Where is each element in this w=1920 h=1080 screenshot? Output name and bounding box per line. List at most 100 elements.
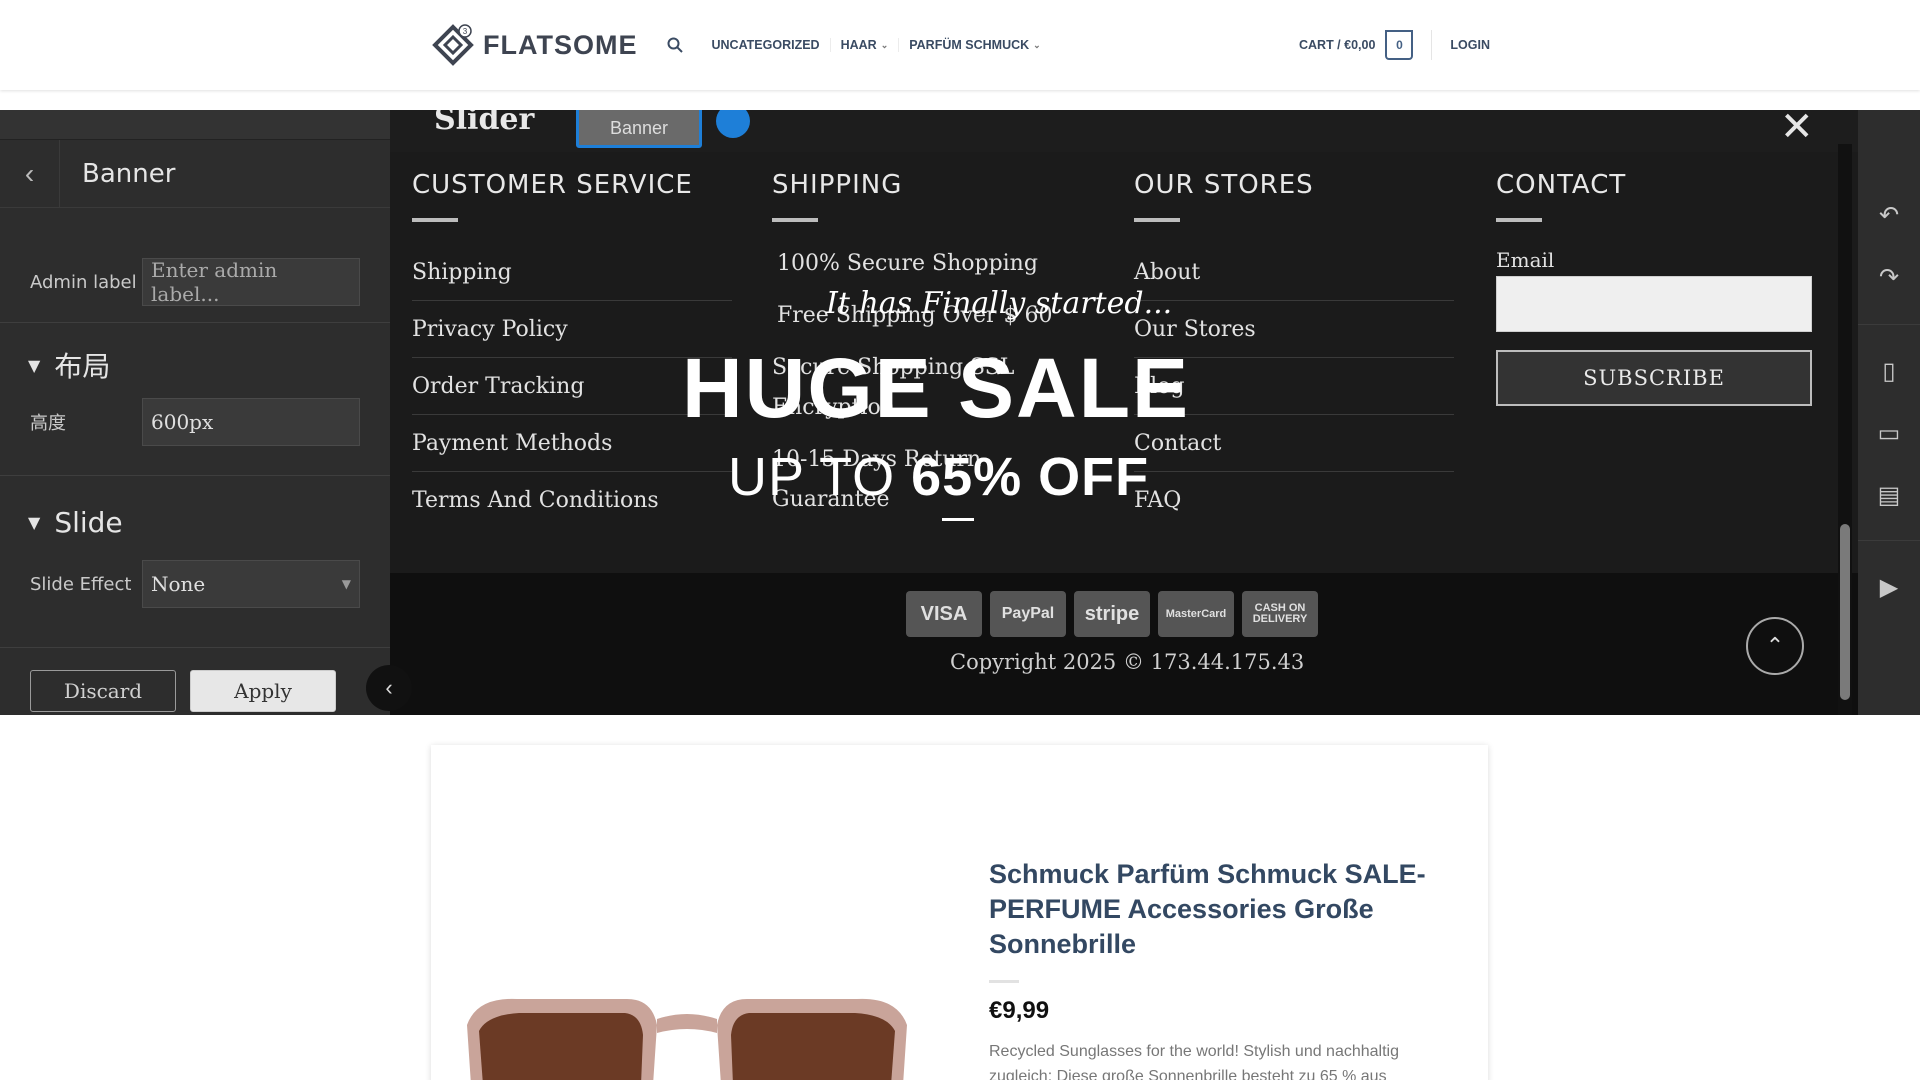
footer-link[interactable]: Payment Methods bbox=[412, 415, 732, 472]
slide-effect-row: Slide Effect None ▼ bbox=[30, 560, 360, 608]
shipping-item: Free Shipping Over $ 60 bbox=[777, 303, 1053, 328]
chevron-down-icon: ▼ bbox=[341, 577, 351, 591]
main-nav: UNCATEGORIZED HAAR ⌄ PARFÜM SCHMUCK ⌄ bbox=[667, 37, 1050, 53]
footer-link[interactable]: Terms And Conditions bbox=[412, 472, 732, 529]
undo-icon[interactable]: ↶ bbox=[1858, 190, 1920, 240]
footer-link[interactable]: Shipping bbox=[412, 244, 732, 301]
email-input[interactable] bbox=[1496, 276, 1812, 332]
divider bbox=[0, 322, 390, 323]
nav-item-uncategorized[interactable]: UNCATEGORIZED bbox=[701, 38, 829, 52]
stripe-icon: stripe bbox=[1074, 591, 1150, 637]
flatsome-logo-icon: 3 bbox=[432, 24, 474, 66]
height-input[interactable]: 600px bbox=[142, 398, 360, 446]
shipping-item: 100% Secure Shopping bbox=[777, 251, 1038, 276]
shipping-item: 10-15 Days Return Guarantee bbox=[772, 447, 982, 512]
product-card: Schmuck Parfüm Schmuck SALE-PERFUME Acce… bbox=[431, 745, 1488, 1080]
nav-item-parfum-schmuck[interactable]: PARFÜM SCHMUCK ⌄ bbox=[898, 38, 1050, 52]
footer-link[interactable]: Blog bbox=[1134, 358, 1454, 415]
footer-col-title: SHIPPING bbox=[772, 170, 903, 200]
editor-right-toolbar: ↶ ↷ ▯ ▭ ▤ ▶ bbox=[1858, 110, 1920, 715]
editor-panel-header: ‹ Banner bbox=[0, 139, 390, 208]
footer-col-stores: OUR STORES About Our Stores Blog Contact… bbox=[1134, 170, 1454, 529]
nav-label: HAAR bbox=[840, 38, 877, 52]
svg-text:3: 3 bbox=[463, 27, 468, 36]
footer-col-title: CUSTOMER SERVICE bbox=[412, 170, 693, 200]
footer-columns: CUSTOMER SERVICE Shipping Privacy Policy… bbox=[412, 170, 1832, 530]
visa-icon: VISA bbox=[906, 591, 982, 637]
redo-icon[interactable]: ↷ bbox=[1858, 252, 1920, 302]
divider bbox=[0, 647, 390, 648]
apply-button[interactable]: Apply bbox=[190, 670, 336, 712]
title-underline bbox=[1496, 218, 1542, 222]
product-divider bbox=[989, 980, 1019, 983]
admin-label-row: Admin label Enter admin label... bbox=[30, 258, 360, 306]
caret-down-icon: ▼ bbox=[28, 513, 41, 532]
footer-col-contact: CONTACT Email SUBSCRIBE bbox=[1496, 170, 1816, 406]
footer-link[interactable]: Our Stores bbox=[1134, 301, 1454, 358]
footer-col-title: CONTACT bbox=[1496, 170, 1627, 200]
nav-label: PARFÜM SCHMUCK bbox=[909, 38, 1030, 52]
discard-button[interactable]: Discard bbox=[30, 670, 176, 712]
slide-section-toggle[interactable]: ▼ Slide bbox=[28, 506, 123, 539]
footer-col-title: OUR STORES bbox=[1134, 170, 1314, 200]
slide-effect-select[interactable]: None ▼ bbox=[142, 560, 360, 608]
mastercard-icon: MasterCard bbox=[1158, 591, 1234, 637]
logo-text: FLATSOME bbox=[483, 29, 638, 60]
layout-section-toggle[interactable]: ▼ 布局 bbox=[28, 345, 110, 385]
admin-label-input[interactable]: Enter admin label... bbox=[142, 258, 360, 306]
cart-link[interactable]: CART / €0,00 0 bbox=[1298, 30, 1414, 60]
site-logo[interactable]: 3 FLATSOME bbox=[431, 23, 637, 67]
product-price: €9,99 bbox=[989, 997, 1050, 1024]
height-row: 高度 600px bbox=[30, 398, 360, 446]
collapse-sidebar-icon[interactable]: ‹ bbox=[366, 665, 412, 711]
product-description: Recycled Sunglasses for the world! Styli… bbox=[989, 1043, 1399, 1080]
footer-link[interactable]: About bbox=[1134, 244, 1454, 301]
play-icon[interactable]: ▶ bbox=[1858, 562, 1920, 612]
add-element-icon[interactable] bbox=[716, 110, 750, 138]
section-title: 布局 bbox=[54, 350, 111, 383]
footer-link[interactable]: Privacy Policy bbox=[412, 301, 732, 358]
footer-link[interactable]: Order Tracking bbox=[412, 358, 732, 415]
shipping-list: 100% Secure Shopping Free Shipping Over … bbox=[772, 244, 1092, 520]
footer-bottom: VISA PayPal stripe MasterCard CASH ON DE… bbox=[390, 573, 1858, 715]
paypal-icon: PayPal bbox=[990, 591, 1066, 637]
section-title: Slide bbox=[54, 506, 123, 539]
header-inner: 3 FLATSOME UNCATEGORIZED HAAR ⌄ PARFÜM SC… bbox=[431, 0, 1490, 90]
title-underline bbox=[1134, 218, 1180, 222]
chevron-left-icon[interactable]: ‹ bbox=[0, 139, 60, 208]
cash-on-delivery-icon: CASH ON DELIVERY bbox=[1242, 591, 1318, 637]
canvas-scrollbar[interactable] bbox=[1838, 144, 1852, 715]
subscribe-button[interactable]: SUBSCRIBE bbox=[1496, 350, 1812, 406]
scrollbar-thumb[interactable] bbox=[1840, 524, 1850, 700]
footer-link[interactable]: FAQ bbox=[1134, 472, 1454, 529]
close-icon[interactable]: ✕ bbox=[1780, 110, 1814, 150]
product-info: Schmuck Parfüm Schmuck SALE-PERFUME Acce… bbox=[989, 857, 1459, 1080]
cart-label: CART / €0,00 bbox=[1298, 38, 1376, 52]
footer-link[interactable]: Contact bbox=[1134, 415, 1454, 472]
banner-element-chip[interactable]: Banner bbox=[576, 110, 702, 148]
site-header: 3 FLATSOME UNCATEGORIZED HAAR ⌄ PARFÜM SC… bbox=[0, 0, 1920, 90]
back-to-top-icon[interactable]: ⌃ bbox=[1746, 617, 1804, 675]
product-title: Schmuck Parfüm Schmuck SALE-PERFUME Acce… bbox=[989, 859, 1426, 959]
tablet-view-icon[interactable]: ▭ bbox=[1858, 408, 1920, 458]
mobile-view-icon[interactable]: ▯ bbox=[1858, 346, 1920, 396]
footer-col-shipping: SHIPPING 100% Secure Shopping Free Shipp… bbox=[772, 170, 1092, 520]
canvas-toolbar: Slider Banner ✕ bbox=[390, 110, 1858, 152]
slider-element-label[interactable]: Slider bbox=[434, 110, 534, 137]
divider bbox=[0, 475, 390, 476]
chip-label: Banner bbox=[609, 118, 669, 138]
editor-sidebar-topstrip bbox=[0, 110, 390, 140]
divider bbox=[1858, 324, 1920, 325]
editor-panel-title: Banner bbox=[82, 158, 176, 189]
shipping-item: Secure Shopping SSL Encryption bbox=[772, 355, 1015, 420]
nav-item-haar[interactable]: HAAR ⌄ bbox=[829, 38, 899, 52]
search-icon[interactable] bbox=[667, 37, 684, 53]
divider bbox=[1858, 540, 1920, 541]
select-value: None bbox=[151, 572, 206, 596]
desktop-view-icon[interactable]: ▤ bbox=[1858, 470, 1920, 520]
editor-sidebar: ‹ Banner Admin label Enter admin label..… bbox=[0, 110, 390, 715]
slide-effect-label: Slide Effect bbox=[30, 573, 132, 595]
product-image-sunglasses[interactable] bbox=[457, 985, 917, 1080]
login-link[interactable]: LOGIN bbox=[1450, 38, 1490, 52]
cart-count-badge: 0 bbox=[1385, 30, 1414, 60]
